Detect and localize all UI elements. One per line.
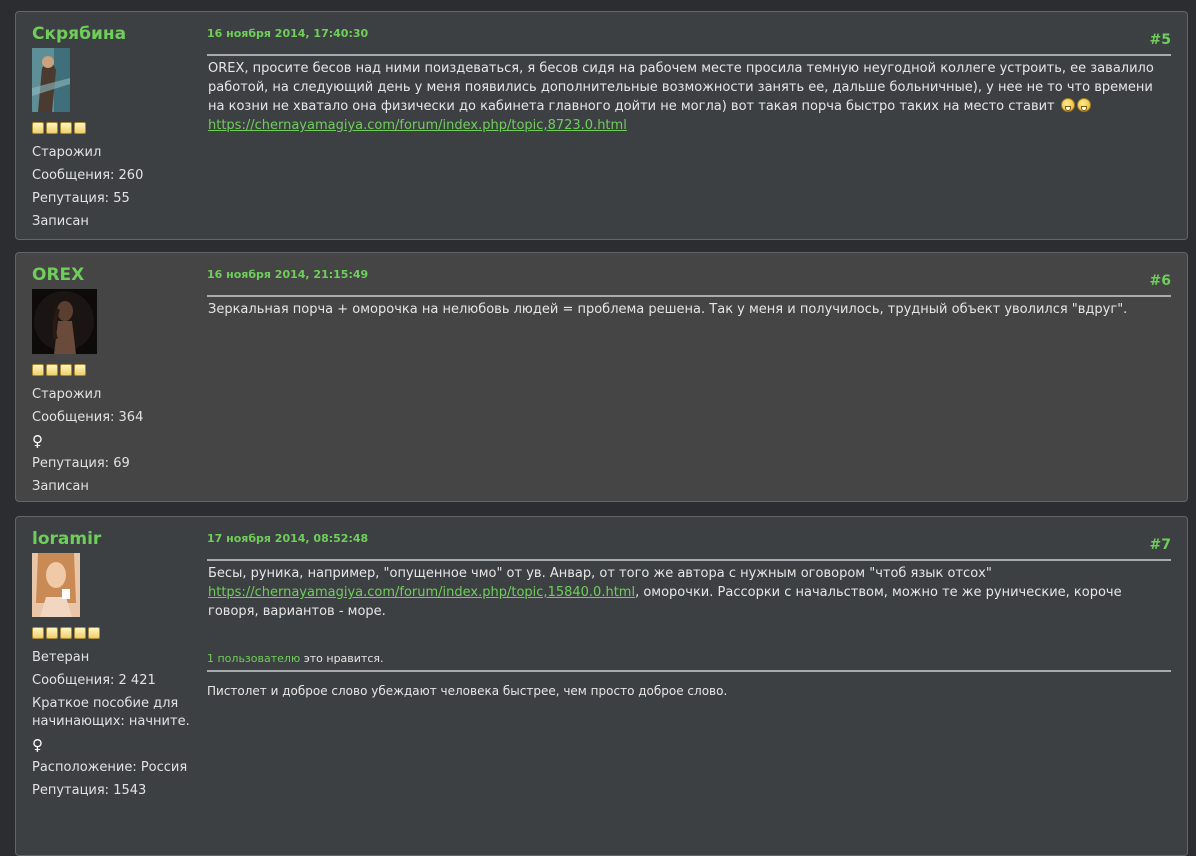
post-text: Зеркальная порча + оморочка на нелюбовь … [208, 302, 1128, 317]
star-icon [32, 627, 44, 639]
star-icon [60, 364, 72, 376]
forum-post: Скрябина Старожил Сообщения: 260 Репутац… [15, 11, 1188, 240]
post-body: Бесы, руника, например, "опущенное чмо" … [208, 564, 1165, 621]
post-link[interactable]: https://chernayamagiya.com/forum/index.p… [208, 118, 627, 133]
location: Расположение: Россия [32, 760, 188, 775]
avatar[interactable] [32, 289, 97, 354]
post-number-link[interactable]: #7 [1150, 537, 1171, 553]
star-icon [46, 364, 58, 376]
header-divider [207, 295, 1171, 297]
header-divider [207, 559, 1171, 561]
post-header: 17 ноября 2014, 08:52:48 #7 [207, 532, 1171, 561]
post-link[interactable]: https://chernayamagiya.com/forum/index.p… [208, 585, 635, 600]
rank-stars [32, 122, 202, 136]
signature-divider [207, 670, 1171, 672]
female-gender-icon: ♀ [32, 432, 43, 450]
post-number-link[interactable]: #5 [1150, 32, 1171, 48]
member-rank: Старожил [32, 387, 102, 402]
signature: Пистолет и доброе слово убеждают человек… [207, 684, 728, 698]
registered-label: Записан [32, 479, 89, 494]
star-icon [74, 627, 86, 639]
forum-post: OREX Старожил Сообщения: 364 ♀ Репутация… [15, 252, 1188, 502]
post-body: OREX, просите бесов над ними поиздеватьс… [208, 59, 1165, 135]
author-name[interactable]: Скрябина [32, 24, 126, 44]
star-icon [74, 122, 86, 134]
avatar[interactable] [32, 553, 80, 617]
star-icon [46, 122, 58, 134]
star-icon [46, 627, 58, 639]
laughing-emoji-icon [1060, 98, 1075, 112]
post-date: 17 ноября 2014, 08:52:48 [207, 532, 369, 545]
forum-post: loramir Ветеран Сообщения: 2 421 Краткое… [15, 516, 1188, 856]
post-date: 16 ноября 2014, 21:15:49 [207, 268, 369, 281]
avatar[interactable] [32, 48, 70, 112]
author-name[interactable]: loramir [32, 529, 101, 549]
rank-stars [32, 364, 202, 378]
post-date: 16 ноября 2014, 17:40:30 [207, 27, 369, 40]
message-count: Сообщения: 364 [32, 410, 144, 425]
star-icon [32, 122, 44, 134]
female-gender-icon: ♀ [32, 736, 43, 754]
rank-stars [32, 627, 202, 641]
likes-text: это нравится. [300, 652, 384, 665]
author-name[interactable]: OREX [32, 265, 84, 285]
member-rank: Старожил [32, 145, 102, 160]
post-number-link[interactable]: #6 [1150, 273, 1171, 289]
reputation: Репутация: 69 [32, 456, 130, 471]
likes-users-link[interactable]: 1 пользователю [207, 652, 300, 665]
poster-info: loramir Ветеран Сообщения: 2 421 Краткое… [32, 529, 202, 800]
post-header: 16 ноября 2014, 17:40:30 #5 [207, 27, 1171, 56]
star-icon [32, 364, 44, 376]
reputation: Репутация: 1543 [32, 783, 147, 798]
poster-info: OREX Старожил Сообщения: 364 ♀ Репутация… [32, 265, 202, 496]
laughing-emoji-icon [1076, 98, 1091, 112]
star-icon [60, 122, 72, 134]
post-text: Бесы, руника, например, "опущенное чмо" … [208, 566, 992, 581]
reputation: Репутация: 55 [32, 191, 130, 206]
message-count: Сообщения: 260 [32, 168, 144, 183]
likes-info: 1 пользователю это нравится. [207, 652, 384, 665]
registered-label: Записан [32, 214, 89, 229]
post-body: Зеркальная порча + оморочка на нелюбовь … [208, 300, 1165, 319]
star-icon [74, 364, 86, 376]
star-icon [88, 627, 100, 639]
poster-info: Скрябина Старожил Сообщения: 260 Репутац… [32, 24, 202, 231]
message-count: Сообщения: 2 421 [32, 673, 156, 688]
header-divider [207, 54, 1171, 56]
star-icon [60, 627, 72, 639]
post-text: OREX, просите бесов над ними поиздеватьс… [208, 61, 1154, 114]
member-rank: Ветеран [32, 650, 90, 665]
personal-title: Краткое пособие для начинающих: начните. [32, 696, 190, 729]
post-header: 16 ноября 2014, 21:15:49 #6 [207, 268, 1171, 297]
